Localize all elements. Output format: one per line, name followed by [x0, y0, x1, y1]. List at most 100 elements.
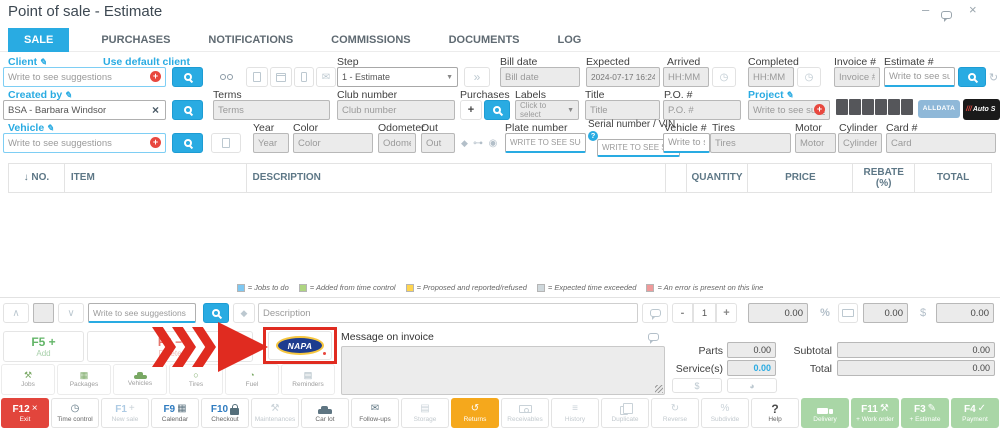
purchases-search-button[interactable]: [484, 100, 510, 120]
plate-number-input[interactable]: [505, 133, 586, 153]
expected-input[interactable]: [586, 67, 660, 87]
toolbar-receivables-button[interactable]: Receivables: [501, 398, 549, 428]
eye-icon[interactable]: [486, 134, 500, 152]
entry-description-input[interactable]: [258, 303, 638, 323]
motor-input[interactable]: [795, 133, 836, 153]
step-select[interactable]: 1 - Estimate▼: [337, 67, 458, 87]
entry-price-input[interactable]: [748, 303, 808, 323]
tab-documents[interactable]: DOCUMENTS: [443, 28, 526, 52]
cylinder-input[interactable]: [838, 133, 882, 153]
toolbar-storage-button[interactable]: ▤Storage: [401, 398, 449, 428]
pie-chart-button[interactable]: [727, 378, 777, 393]
tool-reminders-button[interactable]: ▤Reminders: [281, 364, 335, 395]
completed-clock-button[interactable]: [797, 67, 821, 87]
color-input[interactable]: [293, 133, 373, 153]
add-client-icon[interactable]: [150, 71, 161, 82]
dollar-toggle-button[interactable]: $: [672, 378, 722, 393]
column-header-status[interactable]: [665, 164, 686, 192]
toolbar-help-button[interactable]: ?Help: [751, 398, 799, 428]
client-note-button[interactable]: [246, 67, 268, 87]
cash-rebate-button[interactable]: [838, 303, 858, 323]
tab-log[interactable]: LOG: [552, 28, 588, 52]
year-input[interactable]: [253, 133, 289, 153]
refresh-icon[interactable]: [987, 67, 1000, 87]
created-by-input[interactable]: [3, 100, 166, 120]
tag-icon[interactable]: [458, 134, 471, 152]
move-line-up-button[interactable]: [3, 303, 29, 323]
tool-tires-button[interactable]: ○Tires: [169, 364, 223, 395]
po-number-input[interactable]: [663, 100, 741, 120]
column-header-total[interactable]: TOTAL: [914, 164, 991, 192]
tab-notifications[interactable]: NOTIFICATIONS: [202, 28, 299, 52]
entry-rebate-input[interactable]: [863, 303, 908, 323]
entry-tag-button[interactable]: [233, 303, 255, 323]
clear-icon[interactable]: ×: [152, 100, 159, 120]
entry-line-number-input[interactable]: [33, 303, 54, 323]
quantity-plus-button[interactable]: +: [716, 303, 737, 323]
add-project-icon[interactable]: [814, 104, 825, 115]
tab-sale[interactable]: SALE: [8, 28, 69, 52]
column-header-no[interactable]: ↓ NO.: [9, 164, 64, 192]
entry-total-input[interactable]: [936, 303, 994, 323]
toolbar-maintenances-button[interactable]: ⚒Maintenances: [251, 398, 299, 428]
add-purchase-button[interactable]: +: [460, 100, 482, 120]
percent-rebate-button[interactable]: %: [815, 303, 835, 323]
add-line-button[interactable]: F5 +Add: [3, 331, 84, 362]
tool-jobs-button[interactable]: ⚒Jobs: [1, 364, 55, 395]
completed-input[interactable]: [748, 67, 794, 87]
toolbar-payment-button[interactable]: F4✓Payment: [951, 398, 999, 428]
bill-date-input[interactable]: [500, 67, 580, 87]
autoserve-logo[interactable]: ///Auto S: [963, 99, 1000, 120]
vehicle-input[interactable]: [3, 133, 166, 153]
client-advanced-search-button[interactable]: [211, 67, 241, 87]
close-button[interactable]: ×: [969, 2, 977, 17]
toolbar-returns-button[interactable]: ↺Returns: [451, 398, 499, 428]
client-email-button[interactable]: [316, 67, 336, 87]
toolbar-reverse-button[interactable]: ↻Reverse: [651, 398, 699, 428]
entry-item-search-button[interactable]: [203, 303, 229, 323]
toolbar-history-button[interactable]: ≡History: [551, 398, 599, 428]
out-input[interactable]: [421, 133, 455, 153]
entry-item-input[interactable]: [88, 303, 196, 323]
client-appointment-button[interactable]: [270, 67, 292, 87]
odometer-input[interactable]: [378, 133, 416, 153]
labels-select[interactable]: Click to select▼: [515, 100, 579, 120]
carfax-logo[interactable]: [836, 99, 913, 115]
client-search-button[interactable]: [172, 67, 203, 87]
toolbar-work-order-button[interactable]: F11⚒+ Work order: [851, 398, 899, 428]
toolbar-calendar-button[interactable]: F9▦Calendar: [151, 398, 199, 428]
toolbar-exit-button[interactable]: F12×Exit: [1, 398, 49, 428]
subtotal-input[interactable]: [837, 342, 995, 358]
column-header-quantity[interactable]: QUANTITY: [686, 164, 748, 192]
tab-purchases[interactable]: PURCHASES: [95, 28, 176, 52]
toolbar-duplicate-button[interactable]: Duplicate: [601, 398, 649, 428]
estimate-number-input[interactable]: [884, 67, 955, 87]
toolbar-estimate-button[interactable]: F3✎+ Estimate: [901, 398, 949, 428]
toolbar-checkout-button[interactable]: F10Checkout: [201, 398, 249, 428]
arrived-input[interactable]: [663, 67, 709, 87]
invoice-input[interactable]: [834, 67, 880, 87]
quantity-value[interactable]: 1: [693, 303, 716, 323]
terms-input[interactable]: [213, 100, 330, 120]
minimize-button[interactable]: –: [922, 2, 929, 17]
club-number-input[interactable]: [337, 100, 455, 120]
tool-vehicles-button[interactable]: Vehicles: [113, 364, 167, 395]
column-header-price[interactable]: PRICE: [747, 164, 852, 192]
client-phone-button[interactable]: [294, 67, 314, 87]
message-on-invoice-textarea[interactable]: [341, 346, 665, 395]
add-vehicle-icon[interactable]: [150, 137, 161, 148]
vehicle-note-button[interactable]: [211, 133, 241, 153]
vehicle-search-button[interactable]: [172, 133, 203, 153]
column-header-description[interactable]: DESCRIPTION: [246, 164, 665, 192]
key-icon[interactable]: [471, 134, 485, 152]
column-header-item[interactable]: ITEM: [64, 164, 246, 192]
toolbar-car-lot-button[interactable]: Car lot: [301, 398, 349, 428]
vehicle-number-input[interactable]: [663, 133, 710, 153]
title-input[interactable]: [585, 100, 660, 120]
arrived-clock-button[interactable]: [712, 67, 736, 87]
created-by-search-button[interactable]: [172, 100, 203, 120]
tool-fuel-button[interactable]: ◔Fuel: [225, 364, 279, 395]
message-comment-button[interactable]: [640, 329, 666, 345]
toolbar-new-sale-button[interactable]: F1+New sale: [101, 398, 149, 428]
column-header-rebate[interactable]: REBATE (%): [852, 164, 914, 192]
